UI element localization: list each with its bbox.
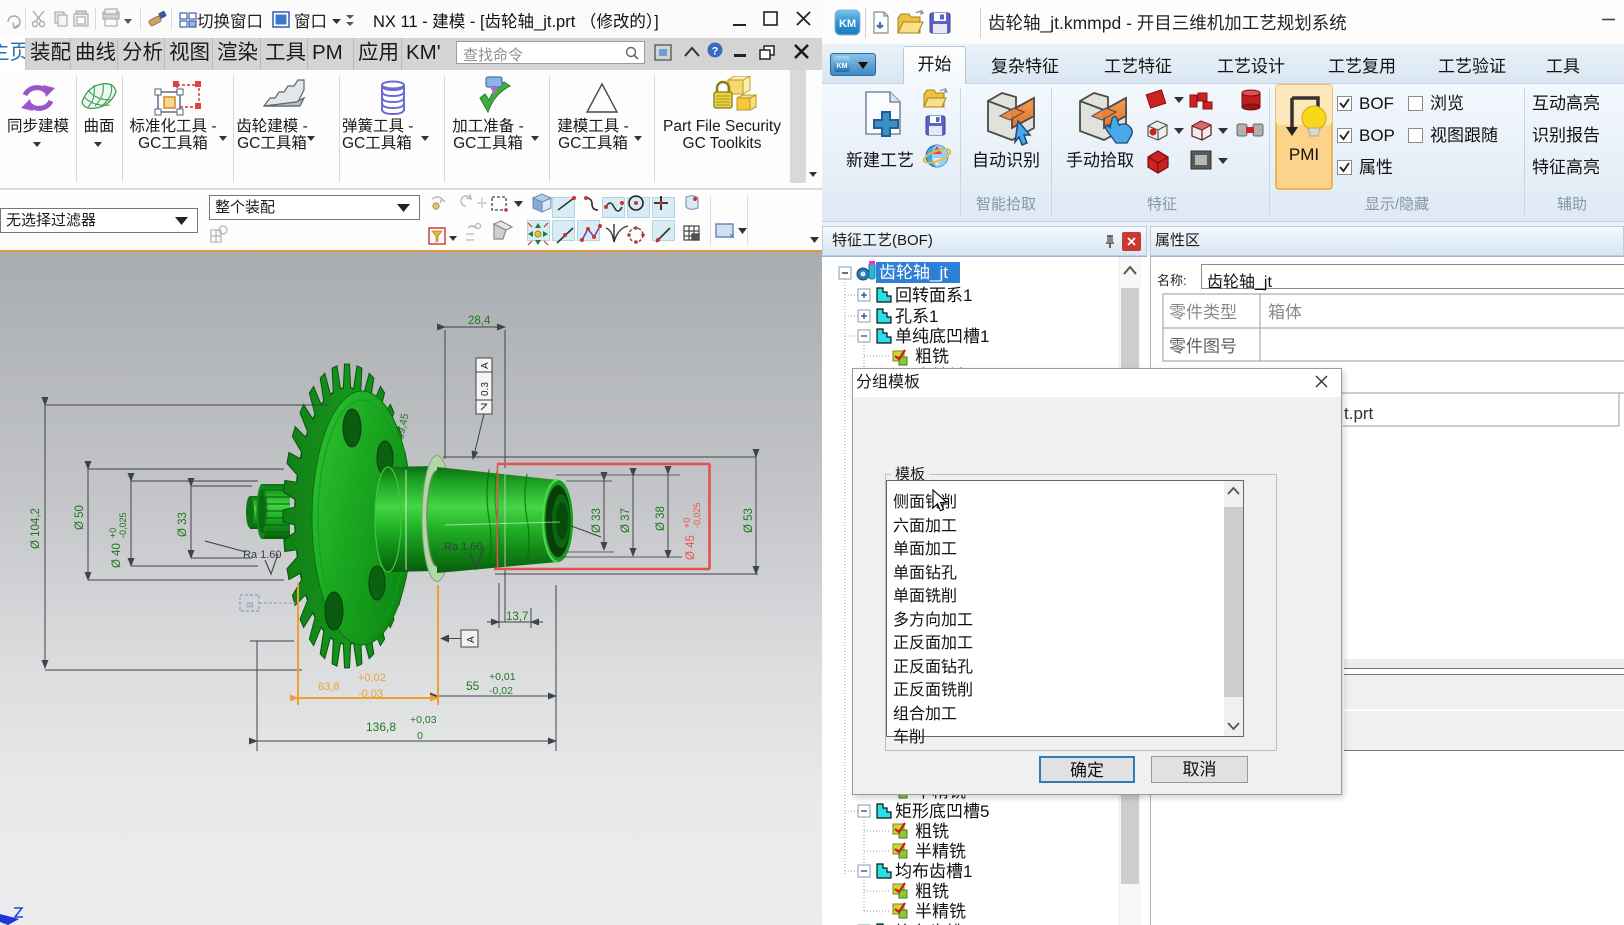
svg-text:单纯底凹槽1: 单纯底凹槽1: [895, 327, 989, 346]
svg-text:+0: +0: [108, 528, 118, 538]
svg-text:55: 55: [466, 679, 480, 693]
svg-text:齿轮轴_jt: 齿轮轴_jt: [879, 263, 948, 282]
svg-text:A: A: [466, 636, 477, 643]
svg-text:Ø 33: Ø 33: [591, 508, 603, 533]
svg-text:Ø 38: Ø 38: [655, 506, 667, 531]
svg-text:+0,02: +0,02: [358, 672, 386, 684]
svg-text:Ø 53: Ø 53: [743, 508, 755, 533]
svg-text:Ø 33: Ø 33: [177, 512, 189, 537]
svg-text:+0: +0: [682, 518, 692, 528]
svg-text:?: ?: [712, 46, 719, 58]
svg-text:28,4: 28,4: [468, 315, 491, 327]
svg-text:均布齿槽1: 均布齿槽1: [895, 862, 972, 881]
svg-text:136,8: 136,8: [366, 720, 396, 734]
svg-text:+0,01: +0,01: [489, 671, 516, 683]
svg-text:13,7: 13,7: [506, 611, 528, 623]
svg-text:粗铣: 粗铣: [915, 347, 949, 366]
svg-text:0: 0: [417, 730, 423, 742]
svg-text:Ø 50: Ø 50: [74, 505, 86, 530]
svg-text:-0,02: -0,02: [489, 685, 513, 697]
svg-text:+0,03: +0,03: [410, 714, 437, 726]
svg-text:Ø 45: Ø 45: [685, 535, 697, 560]
svg-text:箱体: 箱体: [1268, 303, 1302, 322]
svg-text:粗铣: 粗铣: [915, 822, 949, 841]
svg-text:-0,03: -0,03: [358, 688, 383, 700]
svg-text:半精铣: 半精铣: [915, 902, 966, 921]
svg-text:A: A: [480, 362, 491, 369]
svg-text:零件图号: 零件图号: [1169, 337, 1237, 356]
svg-text:齿轮轴_jt.kmmpd - 开目三维机加工艺规划系统: 齿轮轴_jt.kmmpd - 开目三维机加工艺规划系统: [988, 13, 1347, 34]
svg-text:Ø 40: Ø 40: [111, 543, 123, 568]
svg-text:矩形底凹槽5: 矩形底凹槽5: [895, 802, 989, 821]
svg-text:Ra 1.60: Ra 1.60: [444, 541, 483, 553]
svg-text:PMI: PMI: [1289, 145, 1319, 164]
svg-text:0.3: 0.3: [480, 382, 491, 396]
svg-text:63,8: 63,8: [318, 681, 339, 693]
svg-text:Ø 37: Ø 37: [620, 508, 632, 533]
svg-text:Ø 104,2: Ø 104,2: [30, 508, 42, 549]
svg-text:B: B: [245, 602, 256, 608]
svg-text:-0,025: -0,025: [692, 502, 702, 528]
svg-text:t.prt: t.prt: [1344, 404, 1374, 423]
svg-text:KM: KM: [837, 63, 848, 70]
svg-text:孔系1: 孔系1: [895, 307, 938, 326]
svg-text:回转面系1: 回转面系1: [895, 286, 972, 305]
svg-text:粗铣: 粗铣: [915, 882, 949, 901]
svg-text:-0,025: -0,025: [118, 512, 128, 538]
svg-text:KM: KM: [839, 18, 856, 30]
svg-text:零件类型: 零件类型: [1169, 303, 1237, 322]
svg-text:半精铣: 半精铣: [915, 842, 966, 861]
